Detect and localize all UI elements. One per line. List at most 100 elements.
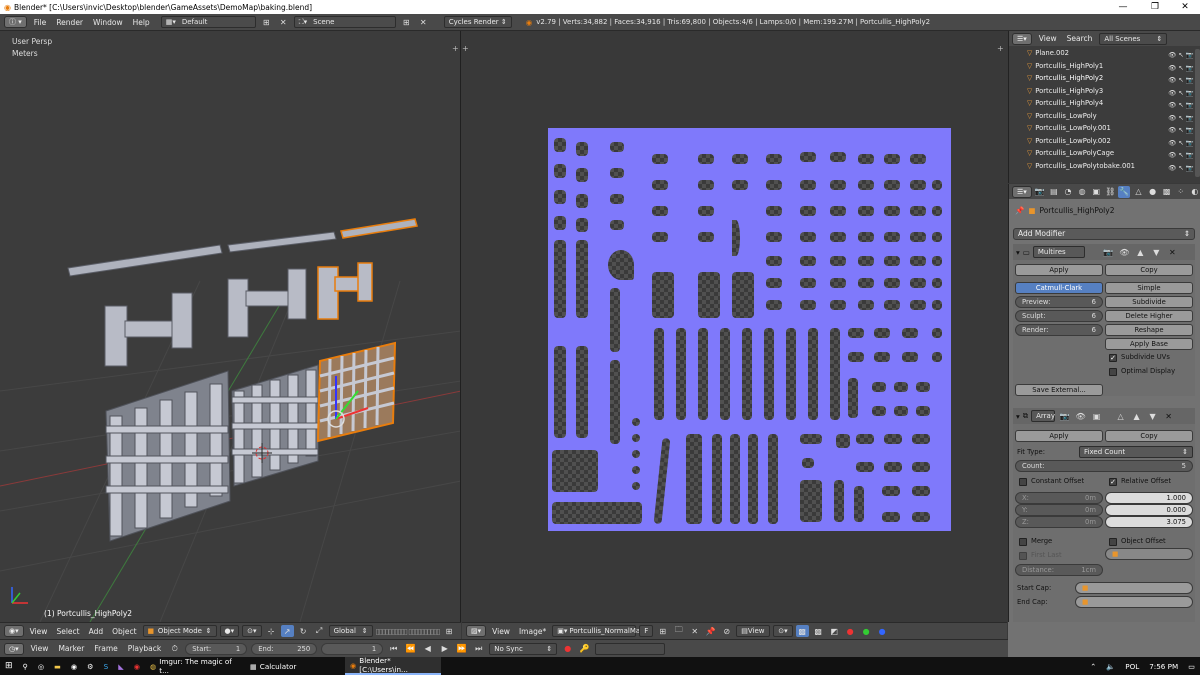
start-frame-field[interactable]: Start: 1 <box>185 642 248 655</box>
image-mode-select[interactable]: ▤ View <box>736 625 771 637</box>
collapse-arrow-icon[interactable]: ▾ <box>1016 412 1020 421</box>
close-button[interactable]: ✕ <box>1170 0 1200 14</box>
render-engine-select[interactable]: Cycles Render ⇕ <box>443 16 512 28</box>
count-field[interactable]: Count: 5 <box>1015 460 1193 472</box>
play-icon[interactable]: ▶ <box>438 643 451 655</box>
search-icon[interactable]: ⚲ <box>18 657 33 675</box>
timeline-editor-icon[interactable]: ◷▾ <box>4 642 24 655</box>
catmull-clark-button[interactable]: Catmull-Clark <box>1015 282 1103 294</box>
array-copy-button[interactable]: Copy <box>1105 430 1193 442</box>
channels-rgb-icon[interactable]: ▩ <box>795 625 809 637</box>
editmode-toggle-icon[interactable]: ▣ <box>1090 410 1103 422</box>
3d-menu-view[interactable]: View <box>27 627 51 636</box>
collapse-arrow-icon[interactable]: ▾ <box>1016 248 1020 257</box>
modifiers-tab-icon[interactable]: 🔧 <box>1118 185 1131 198</box>
scene-select[interactable]: ⛶▾ Scene <box>293 16 396 28</box>
relative-z-field[interactable]: 3.075 <box>1105 516 1193 528</box>
visual-studio-icon[interactable]: ◣ <box>113 657 129 675</box>
texture-tab-icon[interactable]: ▩ <box>1161 186 1173 198</box>
file-explorer-icon[interactable]: ▬ <box>49 657 66 675</box>
github-icon[interactable]: ◉ <box>66 657 82 675</box>
delete-higher-button[interactable]: Delete Higher <box>1105 310 1193 322</box>
array-name-field[interactable]: Array <box>1031 410 1056 422</box>
end-frame-field[interactable]: End: 250 <box>251 642 318 655</box>
layer-buttons[interactable]: ▯▯▯▯▯▯▯▯▯▯ ▯▯▯▯▯▯▯▯▯▯ <box>376 627 441 636</box>
apply-base-button[interactable]: Apply Base <box>1105 338 1193 350</box>
first-last-checkbox[interactable] <box>1019 552 1027 560</box>
render-tab-icon[interactable]: 📷 <box>1034 186 1046 198</box>
add-layout-icon[interactable]: ⊞ <box>260 16 273 28</box>
outliner-display-mode-select[interactable]: All Scenes ⇕ <box>1099 32 1168 45</box>
taskbar-calculator[interactable]: ▦ Calculator <box>245 657 345 675</box>
properties-editor-icon[interactable]: ☰▾ <box>1012 185 1032 198</box>
pin-image-icon[interactable]: 📌 <box>704 625 717 637</box>
constant-z-field[interactable]: Z: 0m <box>1015 516 1103 528</box>
add-modifier-dropdown[interactable]: Add Modifier ⇕ <box>1013 228 1195 240</box>
image-browse-select[interactable]: ▣▾ Portcullis_NormalMap <box>552 625 645 637</box>
multires-copy-button[interactable]: Copy <box>1105 264 1193 276</box>
taskbar-chrome[interactable]: ◍ Imgur: The magic of t... <box>145 657 245 675</box>
timeline-menu-view[interactable]: View <box>28 644 52 653</box>
multires-apply-button[interactable]: Apply <box>1015 264 1103 276</box>
lock-layers-icon[interactable]: ⊞ <box>443 625 456 637</box>
area-split-icon-right[interactable]: + <box>997 44 1004 53</box>
settings-icon[interactable]: ⚙ <box>82 657 98 675</box>
subdivide-button[interactable]: Subdivide <box>1105 296 1193 308</box>
save-external-button[interactable]: Save External... <box>1015 384 1103 396</box>
menu-window[interactable]: Window <box>90 18 126 27</box>
relative-x-field[interactable]: 1.000 <box>1105 492 1193 504</box>
current-frame-field[interactable]: 1 <box>321 642 384 655</box>
play-reverse-icon[interactable]: ◀ <box>421 643 434 655</box>
viewport-toggle-icon[interactable]: 👁 <box>1118 246 1131 258</box>
end-cap-field[interactable]: ■ <box>1075 596 1193 608</box>
remove-layout-icon[interactable]: ✕ <box>277 16 290 28</box>
taskbar-blender[interactable]: ◉ Blender* [C:\Users\in... <box>345 656 441 675</box>
pivot-point-select[interactable]: ⊙▾ <box>242 625 262 637</box>
relative-offset-checkbox[interactable]: ✓ <box>1109 478 1117 486</box>
particles-tab-icon[interactable]: ⁘ <box>1175 186 1187 198</box>
merge-checkbox[interactable] <box>1019 538 1027 546</box>
constraints-tab-icon[interactable]: ⛓ <box>1104 186 1116 198</box>
notifications-icon[interactable]: ▭ <box>1183 657 1200 675</box>
start-cap-field[interactable]: ■ <box>1075 582 1193 594</box>
3d-editor-type-icon[interactable]: ◉▾ <box>4 625 24 637</box>
multires-name-field[interactable]: Multires <box>1032 246 1085 258</box>
material-tab-icon[interactable]: ● <box>1147 186 1159 198</box>
3d-menu-object[interactable]: Object <box>109 627 139 636</box>
physics-tab-icon[interactable]: ◐ <box>1189 186 1200 198</box>
green-channel-icon[interactable]: ● <box>860 625 873 637</box>
skype-icon[interactable]: S <box>99 657 114 675</box>
reshape-button[interactable]: Reshape <box>1105 324 1193 336</box>
blue-channel-icon[interactable]: ● <box>876 625 889 637</box>
viewport-toggle-icon[interactable]: 👁 <box>1074 410 1087 422</box>
image-menu-image[interactable]: Image* <box>516 627 549 636</box>
image-menu-view[interactable]: View <box>489 627 513 636</box>
3d-viewport[interactable]: User Persp Meters + (1) Portcullis_HighP… <box>0 31 461 622</box>
relative-y-field[interactable]: 0.000 <box>1105 504 1193 516</box>
render-toggle-icon[interactable]: 📷 <box>1102 246 1115 258</box>
steam-icon[interactable]: ◎ <box>33 657 49 675</box>
menu-render[interactable]: Render <box>53 18 86 27</box>
jump-start-icon[interactable]: ⏮ <box>387 643 400 655</box>
outliner-editor-icon[interactable]: ☰▾ <box>1012 32 1032 45</box>
transform-orientation-select[interactable]: Global ⇕ <box>328 625 373 637</box>
app-icon[interactable]: ◉ <box>129 657 145 675</box>
move-up-icon[interactable]: ▲ <box>1134 246 1147 258</box>
constant-x-field[interactable]: X: 0m <box>1015 492 1103 504</box>
merge-distance-field[interactable]: Distance: 1cm <box>1015 564 1103 576</box>
keyboard-language[interactable]: POL <box>1120 657 1144 675</box>
fake-user-button[interactable]: F <box>639 625 654 637</box>
move-down-icon[interactable]: ▼ <box>1146 410 1159 422</box>
object-tab-icon[interactable]: ▣ <box>1090 186 1102 198</box>
unlink-image-icon[interactable]: ✕ <box>688 625 701 637</box>
manipulator-toggle-icon[interactable]: ⊹ <box>265 625 278 637</box>
preview-range-icon[interactable]: ⏱ <box>168 643 181 655</box>
image-editor[interactable]: + + <box>462 31 1007 622</box>
subdivide-uvs-checkbox[interactable]: ✓ <box>1109 354 1117 362</box>
clock[interactable]: 7:56 PM <box>1144 657 1183 675</box>
scale-icon[interactable]: ⤢ <box>313 625 326 637</box>
next-keyframe-icon[interactable]: ⏩ <box>455 643 468 655</box>
channels-rgba-icon[interactable]: ▩ <box>812 625 825 637</box>
outliner-scrollbar[interactable] <box>1195 49 1200 177</box>
viewport-shading-select[interactable]: ●▾ <box>219 625 240 637</box>
